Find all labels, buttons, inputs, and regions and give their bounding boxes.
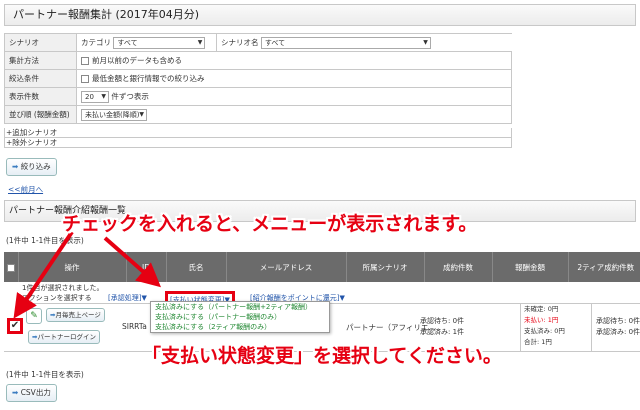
annotation-bottom: 「支払い状態変更」を選択してください。	[142, 345, 502, 367]
annotation-top: チェックを入れると、メニューが表示されます。	[62, 213, 478, 235]
arrow-to-menu	[103, 236, 162, 288]
arrow-to-checkbox	[13, 230, 74, 319]
